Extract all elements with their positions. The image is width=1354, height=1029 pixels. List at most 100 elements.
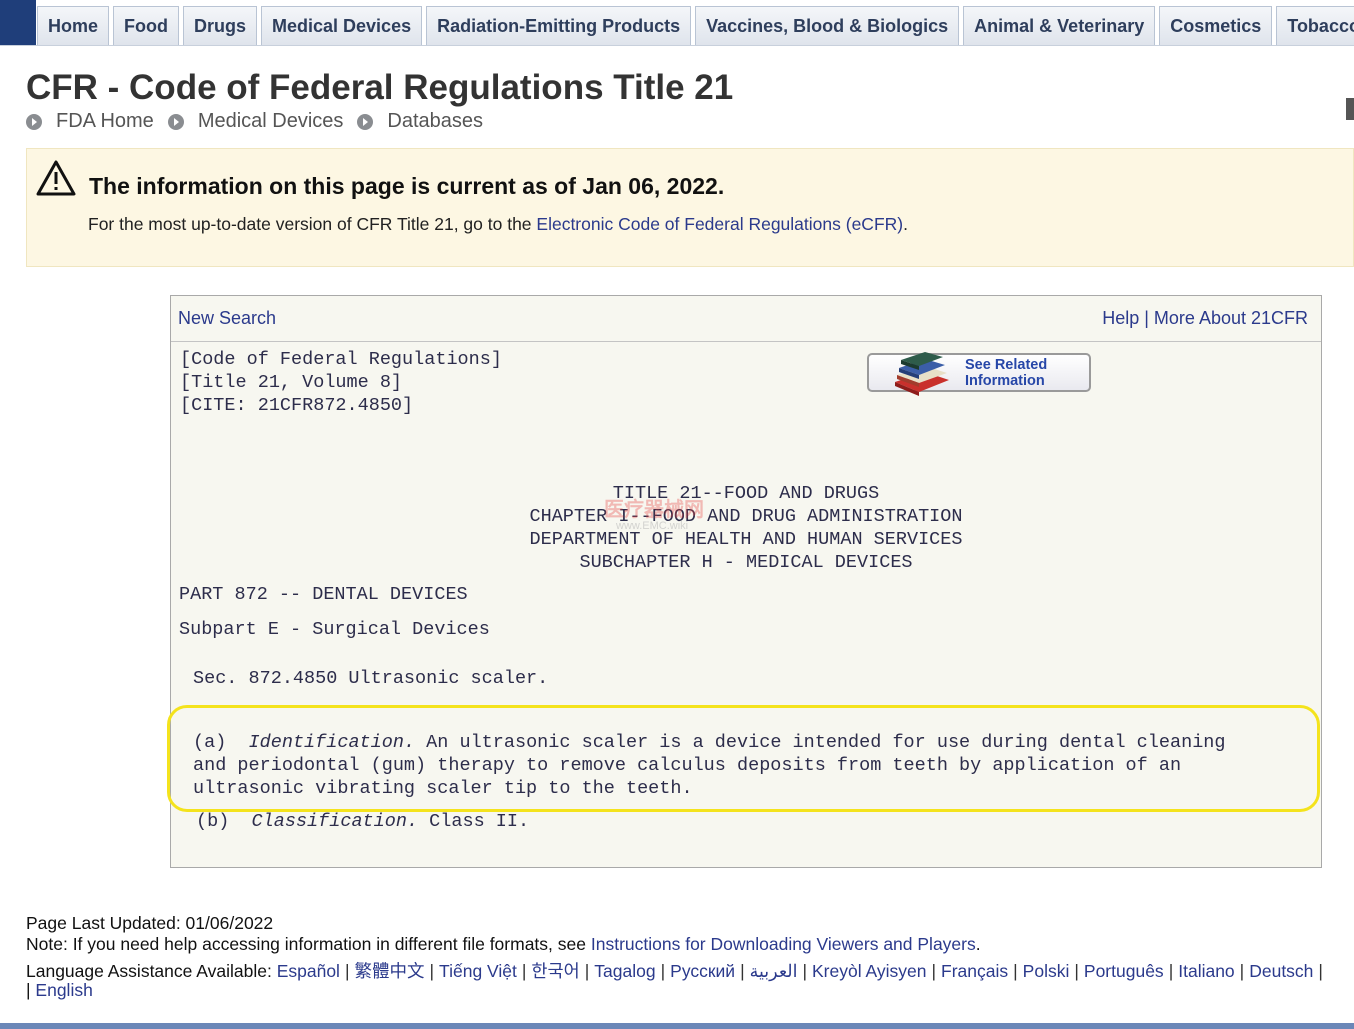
- lang-link-espanol[interactable]: Español: [277, 961, 340, 981]
- para-b-term: Classification.: [251, 811, 419, 832]
- part-heading: PART 872 -- DENTAL DEVICES: [179, 584, 468, 605]
- note-prefix: Note: If you need help accessing informa…: [26, 934, 591, 954]
- breadcrumb-label: Medical Devices: [197, 110, 344, 132]
- breadcrumb-item-databases[interactable]: Databases: [357, 110, 483, 133]
- nav-accent-bar: [0, 0, 36, 46]
- separator: |: [344, 961, 350, 981]
- heading-subchapter: SUBCHAPTER H - MEDICAL DEVICES: [579, 552, 913, 573]
- print-icon[interactable]: [1346, 98, 1354, 120]
- watermark-url: www.EMC.wiki: [616, 520, 689, 532]
- language-assistance: Language Assistance Available: Español | 繁…: [26, 958, 1328, 983]
- separator: |: [26, 980, 36, 1000]
- para-a-text: An ultrasonic scaler is a device intende…: [415, 732, 1226, 753]
- tab-medical-devices[interactable]: Medical Devices: [261, 6, 423, 45]
- separator: |: [521, 961, 527, 981]
- new-search-link[interactable]: New Search: [178, 308, 276, 329]
- tab-drugs[interactable]: Drugs: [183, 6, 258, 45]
- instructions-link[interactable]: Instructions for Downloading Viewers and…: [591, 934, 976, 954]
- alert-title: The information on this page is current …: [89, 173, 725, 199]
- lang-link-francais[interactable]: Français: [941, 961, 1008, 981]
- footer-note: Note: If you need help accessing informa…: [26, 934, 981, 955]
- help-link[interactable]: Help: [1102, 308, 1139, 328]
- para-b-label: (b): [196, 811, 230, 832]
- lang-link-russian[interactable]: Русский: [670, 961, 735, 981]
- related-label-line: Information: [965, 373, 1045, 389]
- breadcrumb-item-fda-home[interactable]: FDA Home: [26, 110, 154, 133]
- ecfr-link[interactable]: Electronic Code of Federal Regulations (…: [536, 214, 903, 234]
- separator: |: [429, 961, 435, 981]
- breadcrumb-item-medical-devices[interactable]: Medical Devices: [167, 110, 344, 133]
- para-b-text: Class II.: [418, 811, 530, 832]
- citation-block: [Code of Federal Regulations] [Title 21, …: [180, 348, 502, 417]
- lang-link-deutsch[interactable]: Deutsch: [1249, 961, 1313, 981]
- tab-vaccines-blood-biologics[interactable]: Vaccines, Blood & Biologics: [695, 6, 960, 45]
- alert-text-suffix: .: [903, 214, 908, 234]
- separator: |: [802, 961, 807, 981]
- bottom-bar: [0, 1023, 1354, 1029]
- see-related-information-button[interactable]: See Related Information: [867, 352, 1091, 396]
- chevron-right-icon: [357, 113, 374, 130]
- para-a-line: (a) Identification. An ultrasonic scaler…: [193, 731, 1226, 754]
- nav-tabs: Home Food Drugs Medical Devices Radiatio…: [37, 6, 1354, 46]
- separator: |: [740, 961, 745, 981]
- heading-chapter: CHAPTER I--FOOD AND DRUG ADMINISTRATION: [529, 506, 963, 527]
- para-a-line: ultrasonic vibrating scaler tip to the t…: [193, 778, 693, 799]
- cite-line: [Code of Federal Regulations]: [180, 349, 502, 370]
- tab-cosmetics[interactable]: Cosmetics: [1159, 6, 1273, 45]
- lang-link-english[interactable]: English: [35, 980, 92, 1000]
- separator: |: [1013, 961, 1018, 981]
- related-label-line: See Related: [965, 357, 1048, 373]
- tab-radiation-emitting-products[interactable]: Radiation-Emitting Products: [426, 6, 692, 45]
- currency-alert: The information on this page is current …: [26, 148, 1354, 267]
- books-icon: [895, 352, 949, 396]
- breadcrumb-label: FDA Home: [56, 110, 154, 132]
- cite-line: [CITE: 21CFR872.4850]: [180, 395, 414, 416]
- separator: |: [1168, 961, 1174, 981]
- regulation-panel: New Search Help | More About 21CFR [Code…: [170, 295, 1322, 868]
- separator: |: [1318, 961, 1323, 981]
- warning-triangle-icon: [36, 160, 76, 196]
- top-navigation: Home Food Drugs Medical Devices Radiatio…: [0, 0, 1354, 46]
- separator: |: [584, 961, 590, 981]
- lang-link-kreyol[interactable]: Kreyòl Ayisyen: [812, 961, 926, 981]
- page-last-updated: Page Last Updated: 01/06/2022: [26, 913, 274, 933]
- separator: |: [931, 961, 937, 981]
- lang-link-tagalog[interactable]: Tagalog: [594, 961, 655, 981]
- paragraph-identification: (a) Identification. An ultrasonic scaler…: [193, 731, 1226, 800]
- lang-link-portugues[interactable]: Português: [1084, 961, 1164, 981]
- subpart-heading: Subpart E - Surgical Devices: [179, 619, 490, 640]
- breadcrumb: FDA Home Medical Devices Databases: [26, 110, 497, 133]
- page-title: CFR - Code of Federal Regulations Title …: [26, 68, 734, 107]
- related-label: See Related Information: [965, 357, 1047, 389]
- para-a-term: Identification.: [248, 732, 416, 753]
- para-a-label: (a): [193, 732, 227, 753]
- separator: |: [660, 961, 666, 981]
- title-headings: TITLE 21--FOOD AND DRUGS CHAPTER I--FOOD…: [171, 482, 1321, 574]
- chevron-right-icon: [26, 113, 42, 130]
- lang-link-arabic[interactable]: العربية: [750, 961, 798, 981]
- help-links: Help | More About 21CFR: [1102, 308, 1308, 329]
- breadcrumb-label: Databases: [387, 110, 484, 132]
- tab-tobacco[interactable]: Tobacco: [1276, 6, 1354, 45]
- tab-food[interactable]: Food: [113, 6, 179, 45]
- lang-link-italiano[interactable]: Italiano: [1178, 961, 1234, 981]
- tab-home[interactable]: Home: [37, 6, 110, 45]
- para-a-line: and periodontal (gum) therapy to remove …: [193, 755, 1182, 776]
- more-about-21cfr-link[interactable]: More About 21CFR: [1154, 308, 1308, 328]
- section-heading: Sec. 872.4850 Ultrasonic scaler.: [193, 668, 549, 689]
- alert-text-prefix: For the most up-to-date version of CFR T…: [88, 214, 537, 234]
- language-assistance-line2: | English: [26, 980, 93, 1001]
- separator: |: [1074, 961, 1079, 981]
- chevron-right-icon: [167, 113, 184, 130]
- alert-text: For the most up-to-date version of CFR T…: [88, 214, 908, 235]
- tab-animal-veterinary[interactable]: Animal & Veterinary: [963, 6, 1156, 45]
- separator: |: [1239, 961, 1245, 981]
- lang-link-korean[interactable]: 한국어: [531, 961, 579, 981]
- lang-link-polski[interactable]: Polski: [1023, 961, 1070, 981]
- heading-department: DEPARTMENT OF HEALTH AND HUMAN SERVICES: [529, 529, 963, 550]
- lang-link-chinese[interactable]: 繁體中文: [355, 961, 425, 981]
- watermark: 医疗器械网: [604, 499, 704, 521]
- lang-link-vietnamese[interactable]: Tiếng Việt: [439, 961, 517, 981]
- lang-prefix: Language Assistance Available:: [26, 961, 277, 981]
- note-suffix: .: [975, 934, 981, 954]
